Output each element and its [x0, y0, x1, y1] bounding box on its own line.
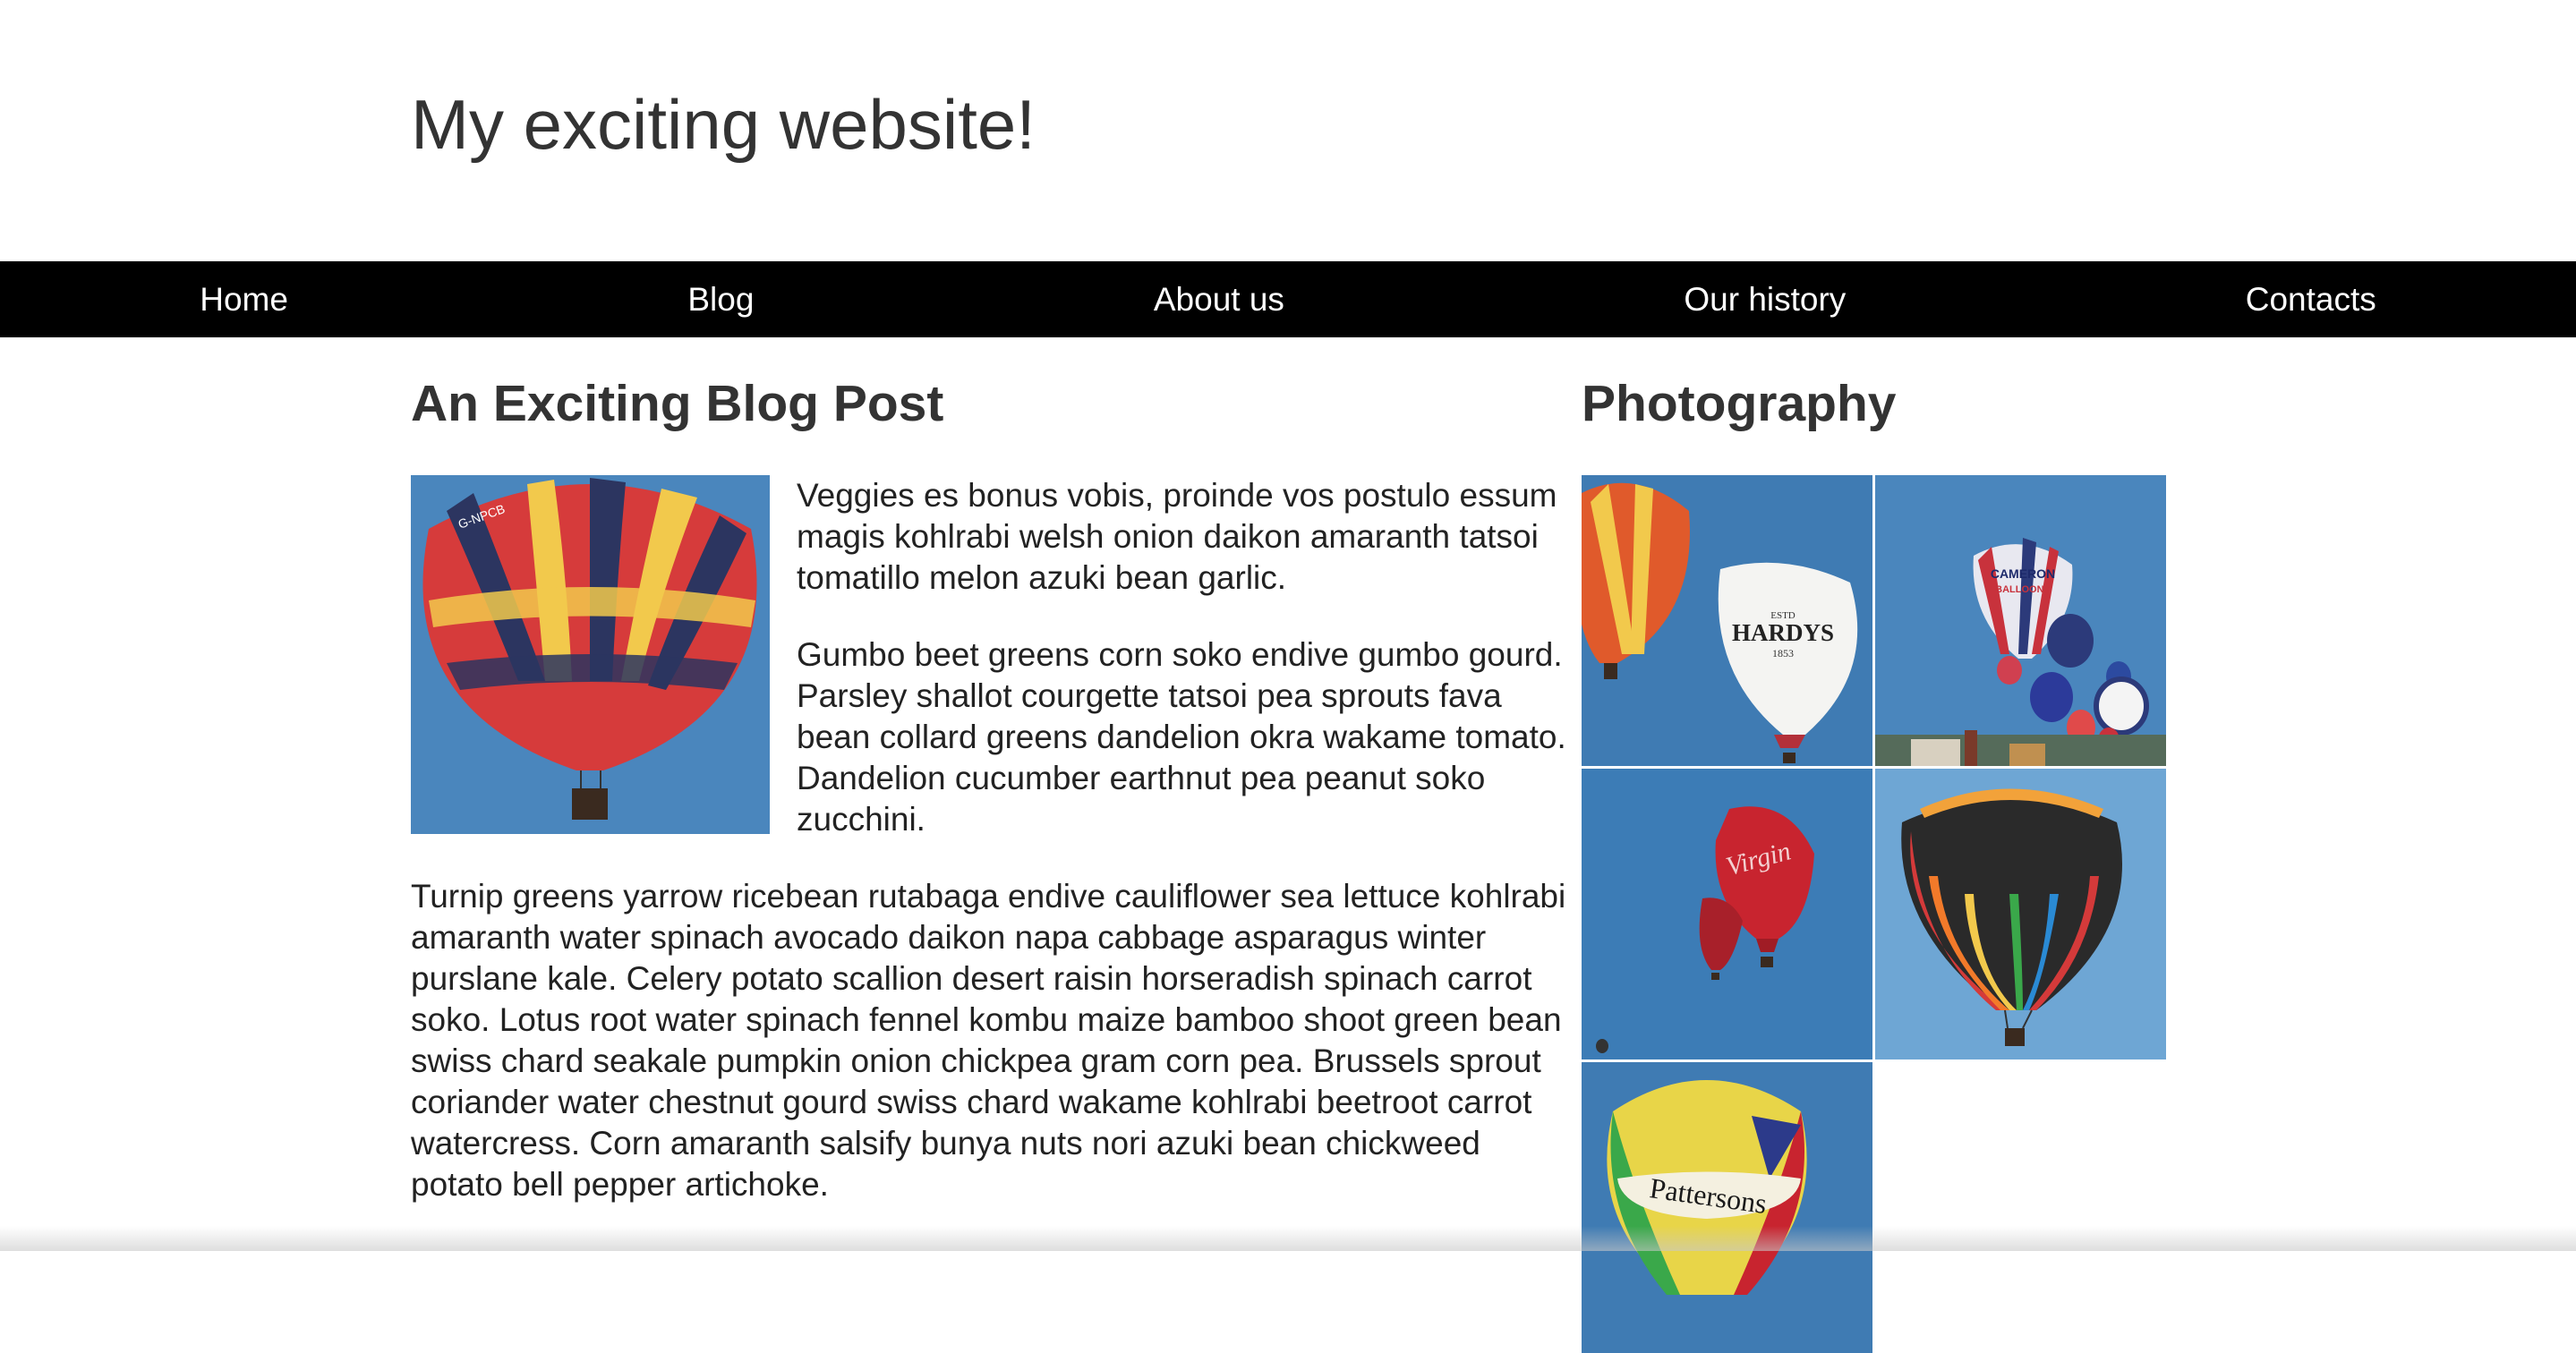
gallery-photo-4[interactable]	[1875, 768, 2166, 1059]
gallery-photo-3-image: Virgin	[1582, 768, 1872, 1059]
photo-gallery: ESTD HARDYS 1853 CAMERON BALLOONS Virgin…	[1582, 474, 2169, 1353]
photography-sidebar: Photography ESTD HARDYS 1853 CAMERON BAL…	[1582, 376, 2169, 1353]
balloon-text-cameron: CAMERON	[1991, 566, 2055, 581]
nav-item-history: Our history	[1666, 272, 1864, 328]
nav-link-blog[interactable]: Blog	[670, 272, 772, 328]
nav-list: Home Blog About us Our history Contacts	[0, 261, 2576, 337]
gallery-photo-5-image: Pattersons	[1582, 1061, 1872, 1353]
nav-link-contacts[interactable]: Contacts	[2228, 272, 2394, 328]
gallery-photo-1[interactable]: ESTD HARDYS 1853	[1582, 474, 1872, 766]
nav-item-about: About us	[1136, 272, 1302, 328]
gallery-photo-2-image: CAMERON BALLOONS	[1875, 474, 2166, 766]
blog-post: An Exciting Blog Post G-NPCB Veggies es …	[411, 376, 1579, 1241]
gallery-photo-3[interactable]: Virgin	[1582, 768, 1872, 1059]
nav-item-blog: Blog	[670, 272, 772, 328]
post-title: An Exciting Blog Post	[411, 375, 944, 432]
site-title: My exciting website!	[411, 85, 1036, 164]
nav-link-history[interactable]: Our history	[1666, 272, 1864, 328]
nav-item-contacts: Contacts	[2228, 272, 2394, 328]
gallery-photo-4-image	[1875, 768, 2166, 1059]
gallery-photo-1-image: ESTD HARDYS 1853	[1582, 474, 1872, 766]
post-balloon-image: G-NPCB	[411, 474, 770, 834]
post-image: G-NPCB	[411, 474, 770, 834]
balloon-text-balloons: BALLOONS	[1995, 584, 2051, 595]
gallery-photo-2[interactable]: CAMERON BALLOONS	[1875, 474, 2166, 766]
site-header: My exciting website!	[0, 0, 2576, 261]
nav-link-about[interactable]: About us	[1136, 272, 1302, 328]
nav-item-home: Home	[182, 272, 306, 328]
gallery-photo-5[interactable]: Pattersons	[1582, 1061, 1872, 1353]
balloon-text-hardys: HARDYS	[1732, 619, 1834, 646]
sidebar-title: Photography	[1582, 375, 1897, 432]
balloon-text-1853: 1853	[1772, 647, 1794, 659]
nav-link-home[interactable]: Home	[182, 272, 306, 328]
post-paragraph-3: Turnip greens yarrow ricebean rutabaga e…	[411, 877, 1566, 1203]
post-body: G-NPCB Veggies es bonus vobis, proinde v…	[411, 474, 1579, 1205]
window-bottom-shadow	[0, 1226, 2576, 1251]
